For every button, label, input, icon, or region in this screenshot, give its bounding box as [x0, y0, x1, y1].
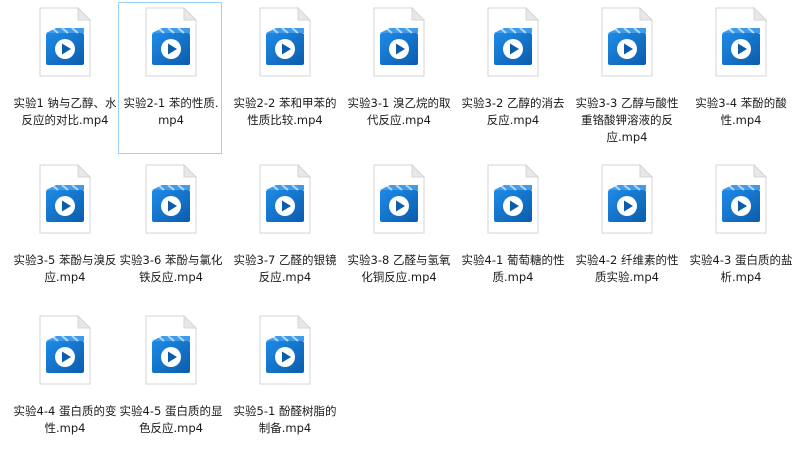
- file-name-label: 实验3-5 苯酚与溴反应.mp4: [13, 253, 117, 284]
- file-name-label: 实验4-1 葡萄糖的性质.mp4: [461, 253, 565, 284]
- video-file-icon: [142, 163, 200, 235]
- video-file-icon: [484, 163, 542, 235]
- file-name-label: 实验3-6 苯酚与氯化铁反应.mp4: [119, 253, 223, 284]
- file-name-label: 实验4-3 蛋白质的盐析.mp4: [689, 253, 793, 284]
- file-name-label: 实验3-4 苯酚的酸性.mp4: [695, 96, 787, 127]
- video-file-icon: [256, 163, 314, 235]
- video-file-icon: [598, 6, 656, 78]
- file-item[interactable]: 实验3-8 乙醛与氢氧化铜反应.mp4: [346, 159, 450, 311]
- video-file-icon: [370, 6, 428, 78]
- video-file-icon: [370, 163, 428, 235]
- file-item[interactable]: 实验4-5 蛋白质的显色反应.mp4: [118, 310, 222, 462]
- file-item[interactable]: 实验5-1 酚醛树脂的制备.mp4: [232, 310, 336, 462]
- file-name-label: 实验3-8 乙醛与氢氧化铜反应.mp4: [347, 253, 451, 284]
- video-file-icon: [256, 6, 314, 78]
- video-file-icon: [36, 6, 94, 78]
- file-name-label: 实验3-7 乙醛的银镜反应.mp4: [233, 253, 337, 284]
- video-file-icon: [36, 314, 94, 386]
- file-item[interactable]: 实验4-2 纤维素的性质实验.mp4: [574, 159, 678, 311]
- video-file-icon: [712, 6, 770, 78]
- video-file-icon: [142, 314, 200, 386]
- file-name-label: 实验2-1 苯的性质.mp4: [123, 96, 219, 127]
- file-name-label: 实验4-4 蛋白质的变性.mp4: [13, 404, 117, 435]
- file-name-label: 实验3-2 乙醇的消去反应.mp4: [461, 96, 565, 127]
- file-grid: 实验1 钠与乙醇、水反应的对比.mp4 实验2-1 苯的性质.mp4 实验2-2…: [0, 0, 796, 455]
- video-file-icon: [598, 163, 656, 235]
- file-name-label: 实验3-1 溴乙烷的取代反应.mp4: [347, 96, 451, 127]
- file-item[interactable]: 实验3-6 苯酚与氯化铁反应.mp4: [118, 159, 222, 311]
- file-name-label: 实验2-2 苯和甲苯的性质比较.mp4: [233, 96, 337, 127]
- video-file-icon: [142, 6, 200, 78]
- file-item[interactable]: 实验3-5 苯酚与溴反应.mp4: [12, 159, 116, 311]
- video-file-icon: [484, 6, 542, 78]
- file-item[interactable]: 实验2-1 苯的性质.mp4: [118, 2, 222, 154]
- file-name-label: 实验4-2 纤维素的性质实验.mp4: [575, 253, 679, 284]
- file-item[interactable]: 实验3-3 乙醇与酸性重铬酸钾溶液的反应.mp4: [574, 2, 678, 154]
- file-name-label: 实验3-3 乙醇与酸性重铬酸钾溶液的反应.mp4: [575, 96, 679, 144]
- file-item[interactable]: 实验2-2 苯和甲苯的性质比较.mp4: [232, 2, 336, 154]
- file-item[interactable]: 实验1 钠与乙醇、水反应的对比.mp4: [12, 2, 116, 154]
- file-item[interactable]: 实验3-7 乙醛的银镜反应.mp4: [232, 159, 336, 311]
- video-file-icon: [712, 163, 770, 235]
- file-name-label: 实验4-5 蛋白质的显色反应.mp4: [119, 404, 223, 435]
- video-file-icon: [256, 314, 314, 386]
- file-item[interactable]: 实验4-4 蛋白质的变性.mp4: [12, 310, 116, 462]
- file-item[interactable]: 实验3-4 苯酚的酸性.mp4: [688, 2, 792, 154]
- file-name-label: 实验1 钠与乙醇、水反应的对比.mp4: [13, 96, 117, 127]
- file-item[interactable]: 实验4-3 蛋白质的盐析.mp4: [688, 159, 792, 311]
- file-item[interactable]: 实验4-1 葡萄糖的性质.mp4: [460, 159, 564, 311]
- video-file-icon: [36, 163, 94, 235]
- file-name-label: 实验5-1 酚醛树脂的制备.mp4: [233, 404, 337, 435]
- file-item[interactable]: 实验3-2 乙醇的消去反应.mp4: [460, 2, 564, 154]
- file-item[interactable]: 实验3-1 溴乙烷的取代反应.mp4: [346, 2, 450, 154]
